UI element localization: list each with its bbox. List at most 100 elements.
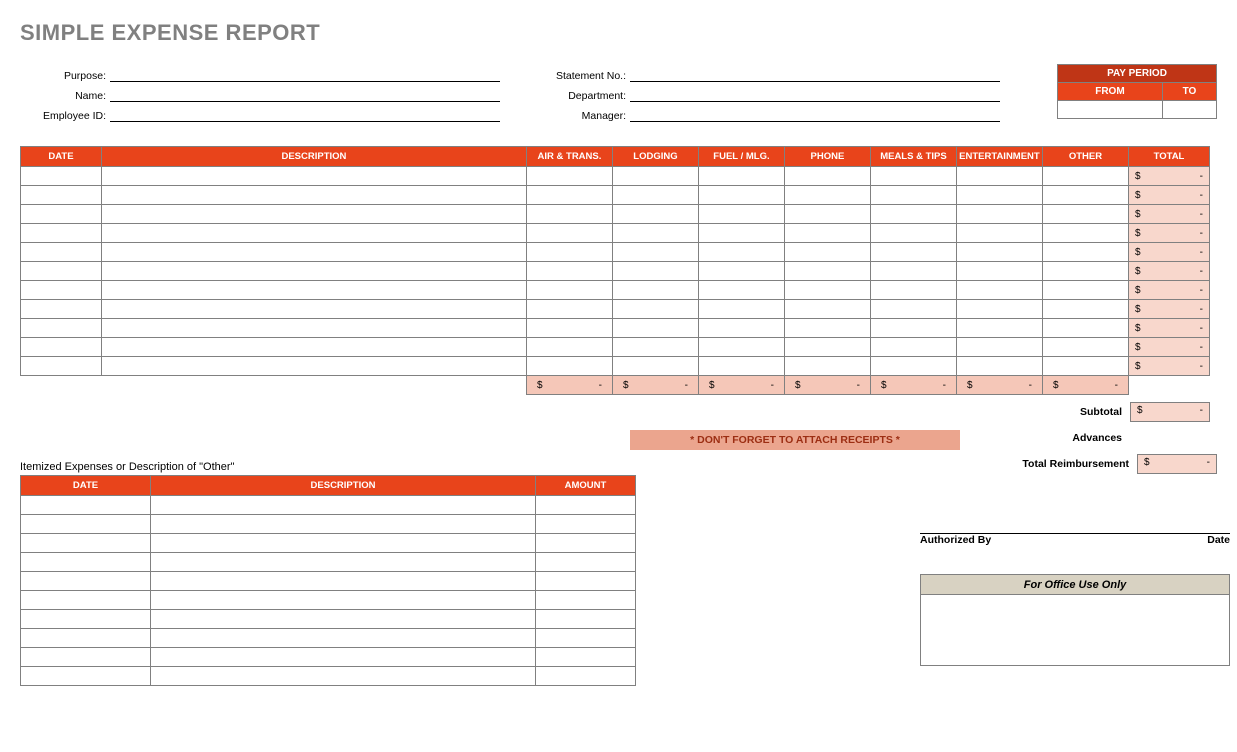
cell-amount[interactable] — [536, 515, 636, 534]
cell-other[interactable] — [1042, 319, 1128, 338]
cell-date[interactable] — [21, 224, 102, 243]
cell-phone[interactable] — [784, 243, 870, 262]
cell-amount[interactable] — [536, 572, 636, 591]
cell-meals_tips[interactable] — [870, 186, 956, 205]
cell-date[interactable] — [21, 648, 151, 667]
cell-phone[interactable] — [784, 167, 870, 186]
cell-description[interactable] — [151, 629, 536, 648]
cell-air_trans[interactable] — [526, 167, 612, 186]
cell-other[interactable] — [1042, 167, 1128, 186]
cell-entertainment[interactable] — [956, 262, 1042, 281]
cell-entertainment[interactable] — [956, 281, 1042, 300]
cell-description[interactable] — [151, 610, 536, 629]
cell-air_trans[interactable] — [526, 186, 612, 205]
statement-no-field[interactable] — [630, 66, 1000, 82]
cell-lodging[interactable] — [612, 243, 698, 262]
cell-lodging[interactable] — [612, 167, 698, 186]
cell-lodging[interactable] — [612, 319, 698, 338]
cell-meals_tips[interactable] — [870, 205, 956, 224]
employee-id-field[interactable] — [110, 106, 500, 122]
cell-description[interactable] — [101, 338, 526, 357]
cell-date[interactable] — [21, 319, 102, 338]
pay-period-from-field[interactable] — [1058, 101, 1163, 119]
cell-description[interactable] — [101, 243, 526, 262]
cell-fuel_mlg[interactable] — [698, 224, 784, 243]
cell-other[interactable] — [1042, 262, 1128, 281]
cell-description[interactable] — [151, 553, 536, 572]
cell-date[interactable] — [21, 629, 151, 648]
cell-date[interactable] — [21, 357, 102, 376]
advances-value[interactable] — [1130, 428, 1210, 448]
cell-phone[interactable] — [784, 338, 870, 357]
cell-meals_tips[interactable] — [870, 281, 956, 300]
purpose-field[interactable] — [110, 66, 500, 82]
cell-meals_tips[interactable] — [870, 338, 956, 357]
cell-fuel_mlg[interactable] — [698, 262, 784, 281]
cell-other[interactable] — [1042, 357, 1128, 376]
cell-date[interactable] — [21, 167, 102, 186]
cell-fuel_mlg[interactable] — [698, 167, 784, 186]
cell-amount[interactable] — [536, 629, 636, 648]
cell-lodging[interactable] — [612, 281, 698, 300]
cell-entertainment[interactable] — [956, 319, 1042, 338]
cell-lodging[interactable] — [612, 186, 698, 205]
cell-fuel_mlg[interactable] — [698, 338, 784, 357]
cell-lodging[interactable] — [612, 300, 698, 319]
cell-date[interactable] — [21, 534, 151, 553]
cell-lodging[interactable] — [612, 262, 698, 281]
cell-date[interactable] — [21, 243, 102, 262]
cell-description[interactable] — [101, 300, 526, 319]
cell-date[interactable] — [21, 591, 151, 610]
cell-description[interactable] — [151, 648, 536, 667]
cell-amount[interactable] — [536, 648, 636, 667]
cell-fuel_mlg[interactable] — [698, 300, 784, 319]
cell-meals_tips[interactable] — [870, 300, 956, 319]
cell-description[interactable] — [101, 186, 526, 205]
cell-description[interactable] — [151, 667, 536, 686]
cell-date[interactable] — [21, 610, 151, 629]
cell-phone[interactable] — [784, 186, 870, 205]
cell-other[interactable] — [1042, 205, 1128, 224]
cell-air_trans[interactable] — [526, 281, 612, 300]
cell-air_trans[interactable] — [526, 205, 612, 224]
cell-fuel_mlg[interactable] — [698, 281, 784, 300]
cell-description[interactable] — [151, 572, 536, 591]
cell-date[interactable] — [21, 553, 151, 572]
cell-meals_tips[interactable] — [870, 357, 956, 376]
cell-fuel_mlg[interactable] — [698, 319, 784, 338]
cell-phone[interactable] — [784, 319, 870, 338]
cell-description[interactable] — [151, 534, 536, 553]
cell-entertainment[interactable] — [956, 357, 1042, 376]
cell-other[interactable] — [1042, 243, 1128, 262]
cell-description[interactable] — [101, 167, 526, 186]
cell-air_trans[interactable] — [526, 319, 612, 338]
cell-entertainment[interactable] — [956, 243, 1042, 262]
cell-meals_tips[interactable] — [870, 167, 956, 186]
cell-lodging[interactable] — [612, 205, 698, 224]
cell-amount[interactable] — [536, 553, 636, 572]
cell-amount[interactable] — [536, 667, 636, 686]
cell-description[interactable] — [101, 281, 526, 300]
cell-entertainment[interactable] — [956, 338, 1042, 357]
cell-other[interactable] — [1042, 338, 1128, 357]
cell-phone[interactable] — [784, 357, 870, 376]
cell-description[interactable] — [151, 515, 536, 534]
cell-entertainment[interactable] — [956, 205, 1042, 224]
cell-phone[interactable] — [784, 262, 870, 281]
cell-meals_tips[interactable] — [870, 224, 956, 243]
cell-air_trans[interactable] — [526, 224, 612, 243]
cell-other[interactable] — [1042, 300, 1128, 319]
cell-entertainment[interactable] — [956, 186, 1042, 205]
cell-air_trans[interactable] — [526, 300, 612, 319]
department-field[interactable] — [630, 86, 1000, 102]
cell-other[interactable] — [1042, 281, 1128, 300]
cell-phone[interactable] — [784, 281, 870, 300]
cell-date[interactable] — [21, 338, 102, 357]
cell-date[interactable] — [21, 496, 151, 515]
cell-date[interactable] — [21, 262, 102, 281]
cell-fuel_mlg[interactable] — [698, 357, 784, 376]
cell-air_trans[interactable] — [526, 338, 612, 357]
cell-date[interactable] — [21, 300, 102, 319]
cell-amount[interactable] — [536, 496, 636, 515]
name-field[interactable] — [110, 86, 500, 102]
